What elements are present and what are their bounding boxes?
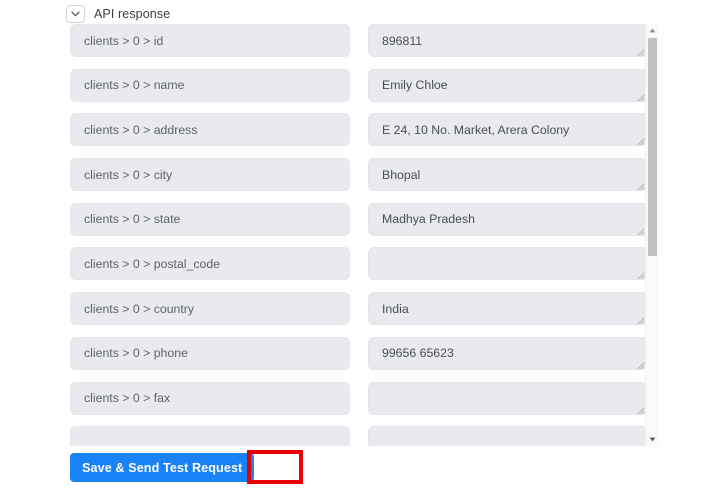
chevron-down-icon xyxy=(71,11,80,17)
resize-handle-icon[interactable] xyxy=(636,225,645,235)
scroll-up-arrow-icon[interactable] xyxy=(646,24,659,37)
source-path-field[interactable]: clients > 0 > fax xyxy=(70,381,350,415)
collapse-section-button[interactable] xyxy=(66,5,85,23)
mapping-row: clients > 0 > postal_code xyxy=(0,247,726,292)
value-textarea[interactable] xyxy=(368,381,648,415)
value-textarea[interactable]: India xyxy=(368,292,648,326)
source-path-field[interactable]: clients > 0 > id xyxy=(70,24,350,57)
scrollbar-thumb[interactable] xyxy=(648,38,657,256)
section-header: API response xyxy=(66,4,170,24)
mapping-row: clients > 0 > name Emily Chloe xyxy=(0,68,726,114)
resize-handle-icon[interactable] xyxy=(636,180,645,191)
footer-actions: Save & Send Test Request Save xyxy=(0,446,726,501)
resize-handle-icon[interactable] xyxy=(636,404,645,414)
source-path-field[interactable]: clients > 0 > name xyxy=(70,68,350,102)
value-textarea[interactable]: Emily Chloe xyxy=(368,68,648,102)
mapping-row: clients > 0 > country India xyxy=(0,292,726,337)
source-path-field[interactable] xyxy=(70,426,350,446)
mapping-rows-list: clients > 0 > id 896811 clients > 0 > name… xyxy=(0,24,726,446)
source-path-field[interactable]: clients > 0 > state xyxy=(70,202,350,236)
value-textarea[interactable]: 99656 65623 xyxy=(368,336,648,370)
resize-handle-icon[interactable] xyxy=(636,359,645,369)
resize-handle-icon[interactable] xyxy=(636,314,645,325)
mapping-row: clients > 0 > address E 24, 10 No. Market… xyxy=(0,113,726,158)
mapping-row: clients > 0 > id 896811 xyxy=(0,24,726,69)
mapping-row xyxy=(0,426,726,446)
source-path-field[interactable]: clients > 0 > address xyxy=(70,113,350,147)
mapping-rows-viewport: clients > 0 > id 896811 clients > 0 > name… xyxy=(0,24,726,446)
vertical-scrollbar[interactable] xyxy=(645,24,659,446)
value-textarea[interactable]: Madhya Pradesh xyxy=(368,202,648,236)
resize-handle-icon[interactable] xyxy=(636,269,645,280)
value-textarea[interactable]: Bhopal xyxy=(368,158,648,192)
resize-handle-icon[interactable] xyxy=(636,91,645,101)
mapping-row: clients > 0 > state Madhya Pradesh xyxy=(0,202,726,248)
mapping-row: clients > 0 > phone 99656 65623 xyxy=(0,336,726,382)
value-textarea[interactable]: 896811 xyxy=(368,24,648,57)
resize-handle-icon[interactable] xyxy=(636,135,645,146)
resize-handle-icon[interactable] xyxy=(636,46,645,56)
mapping-row: clients > 0 > fax xyxy=(0,381,726,427)
section-title: API response xyxy=(94,7,171,21)
value-textarea[interactable]: E 24, 10 No. Market, Arera Colony xyxy=(368,113,648,147)
scroll-down-arrow-icon[interactable] xyxy=(646,433,659,446)
save-and-send-test-request-button[interactable]: Save & Send Test Request xyxy=(70,453,255,482)
source-path-field[interactable]: clients > 0 > postal_code xyxy=(70,247,350,281)
mapping-row: clients > 0 > city Bhopal xyxy=(0,158,726,203)
source-path-field[interactable]: clients > 0 > country xyxy=(70,292,350,326)
value-textarea[interactable] xyxy=(368,247,648,281)
source-path-field[interactable]: clients > 0 > city xyxy=(70,158,350,192)
value-textarea[interactable] xyxy=(368,426,648,446)
api-response-mapping-panel: API response clients > 0 > id 896811 clien… xyxy=(0,0,726,501)
source-path-field[interactable]: clients > 0 > phone xyxy=(70,336,350,370)
